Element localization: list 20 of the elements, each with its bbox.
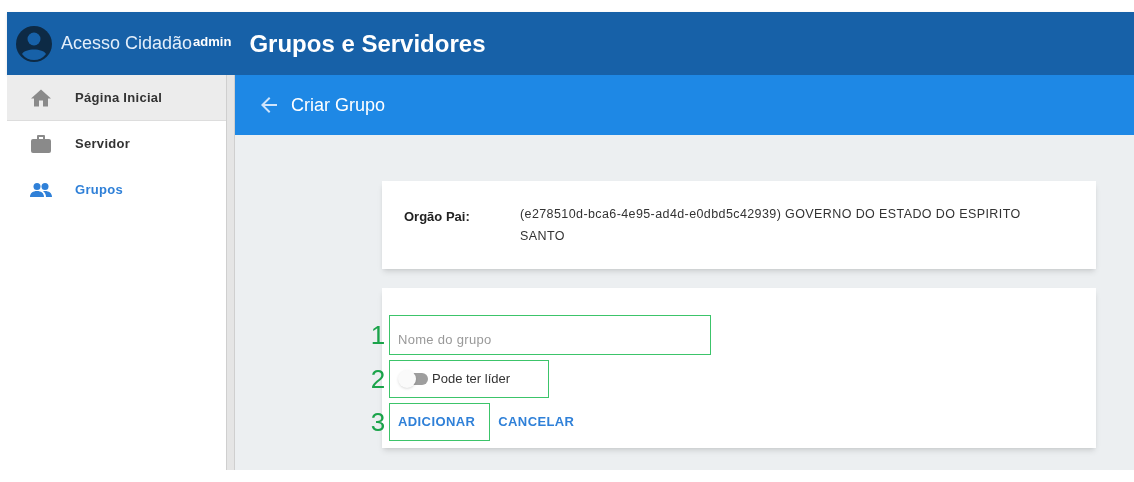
switch-label: Pode ter líder	[432, 370, 511, 389]
annotation-number: 1	[369, 322, 387, 348]
people-icon	[30, 183, 52, 197]
name-field[interactable]: Nome do grupo	[390, 316, 710, 354]
field-label: Orgão Pai:	[404, 208, 471, 226]
briefcase-icon	[31, 135, 51, 153]
avatar-icon	[16, 25, 52, 62]
annotation-number: 3	[369, 409, 387, 435]
sidebar-item[interactable]: Página Inicial	[7, 75, 226, 121]
text-button[interactable]: ADICIONAR	[390, 404, 484, 440]
toggle-switch[interactable]	[398, 371, 428, 387]
brand-suffix-label: admin	[193, 33, 232, 51]
home-icon	[31, 88, 51, 107]
back-arrow-icon[interactable]	[261, 97, 277, 113]
brand-name: Acesso Cidadão	[61, 32, 193, 55]
annotation-number: 2	[369, 366, 387, 392]
page-title: Criar Grupo	[291, 93, 386, 117]
text-button[interactable]: CANCELAR	[490, 404, 583, 440]
field-value: (e278510d-bca6-4e95-ad4d-e0dbd5c42939) GOVERNO DO ESTADO DO ESPIRITO SANTO	[520, 206, 1022, 245]
app-title: Grupos e Servidores	[249, 28, 486, 59]
